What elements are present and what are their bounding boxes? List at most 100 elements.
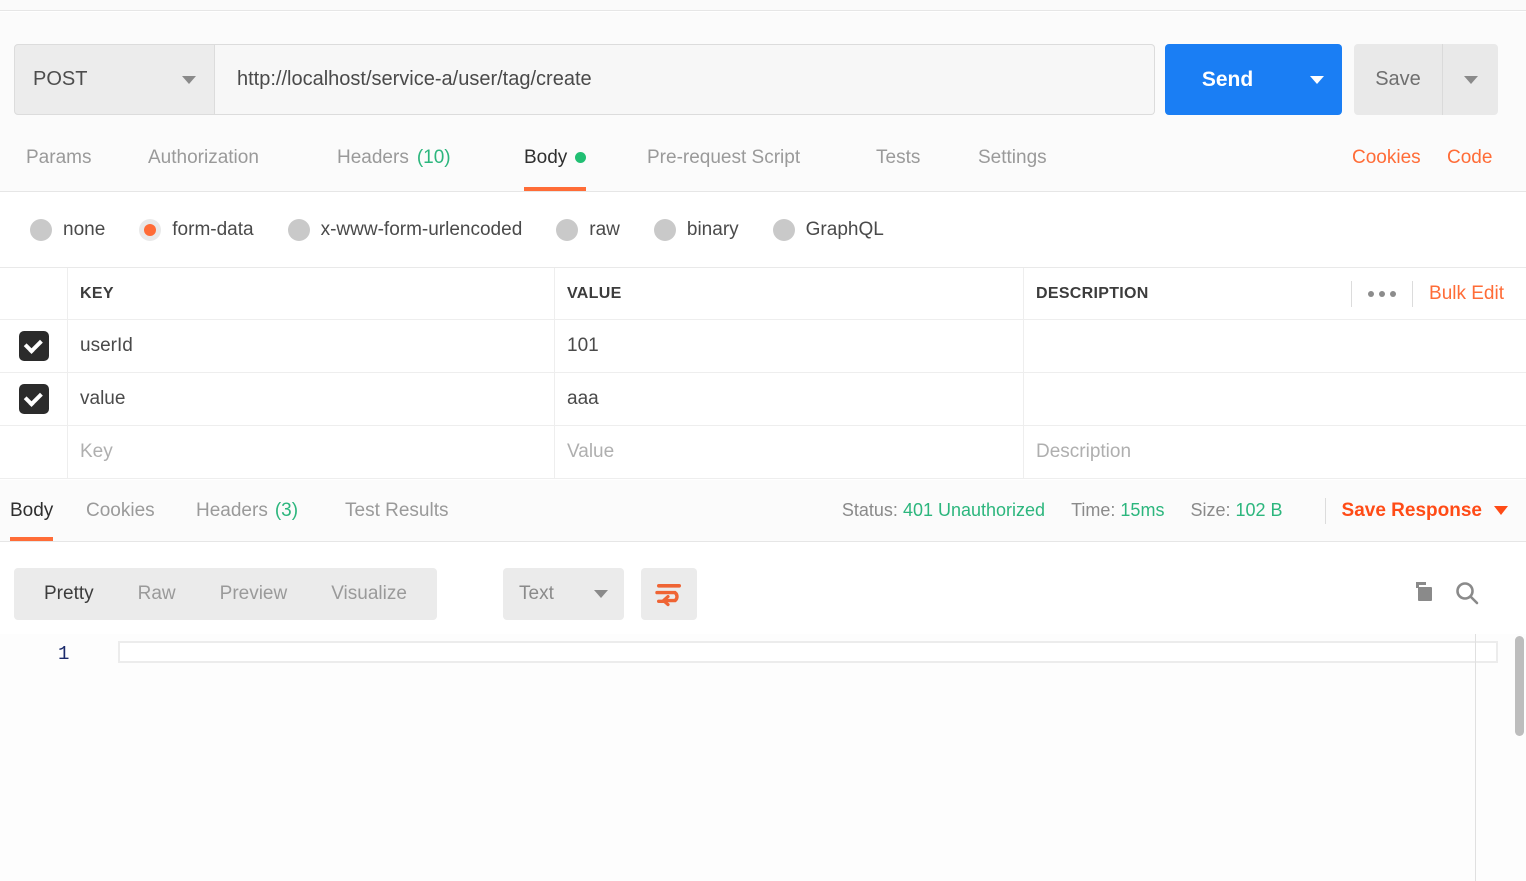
row-key-cell-text: Key — [80, 441, 113, 462]
row-description-cell[interactable] — [1024, 373, 1526, 425]
send-options-button[interactable] — [1290, 44, 1342, 115]
row-value-cell-text: 101 — [567, 335, 599, 356]
body-type-raw[interactable]: raw — [556, 218, 620, 241]
chevron-down-icon — [1494, 506, 1508, 515]
row-key-cell[interactable]: Key — [68, 426, 555, 478]
check-icon — [23, 334, 43, 354]
table-header-actions: Bulk Edit — [1335, 268, 1526, 320]
size-value: 102 B — [1235, 500, 1283, 520]
table-row[interactable]: userId 101 — [0, 320, 1526, 373]
save-response-button[interactable]: Save Response — [1342, 500, 1508, 522]
table-header-row: KEY VALUE DESCRIPTION Bulk Edit — [0, 268, 1526, 320]
body-type-form-data[interactable]: form-data — [139, 218, 254, 241]
view-mode-raw[interactable]: Raw — [116, 568, 198, 620]
bulk-edit-button[interactable]: Bulk Edit — [1429, 283, 1526, 305]
copy-icon — [1416, 582, 1432, 601]
response-body-viewer: 1 — [0, 634, 1526, 881]
window-top-strip — [0, 0, 1526, 11]
row-checkbox[interactable] — [18, 384, 49, 414]
code-link[interactable]: Code — [1447, 124, 1492, 191]
table-row[interactable]: value aaa — [0, 373, 1526, 426]
column-header-description: DESCRIPTION — [1036, 284, 1149, 302]
save-button-group: Save — [1354, 44, 1498, 115]
body-present-indicator-icon — [575, 152, 587, 163]
row-value-cell[interactable]: Value — [555, 426, 1024, 478]
radio-icon — [556, 218, 579, 241]
more-options-icon[interactable] — [1368, 291, 1397, 297]
response-viewer-toolbar: Pretty Raw Preview Visualize Text — [0, 542, 1526, 634]
radio-icon — [30, 218, 52, 241]
row-value-cell[interactable]: 101 — [555, 320, 1024, 372]
radio-icon — [287, 218, 310, 241]
response-tab-headers[interactable]: Headers (3) — [196, 480, 298, 541]
status-value: 401 Unauthorized — [902, 500, 1046, 520]
row-value-cell[interactable]: aaa — [555, 373, 1024, 425]
request-tab-headers[interactable]: Headers (10) — [337, 124, 451, 191]
radio-selected-dot — [144, 223, 157, 236]
body-type-x-www-form-urlencoded[interactable]: x-www-form-urlencoded — [287, 218, 522, 241]
save-button[interactable]: Save — [1354, 44, 1442, 115]
tab-label: Pre-request Script — [647, 146, 801, 168]
radio-label: raw — [589, 218, 620, 240]
search-icon — [1456, 582, 1479, 605]
row-key-cell[interactable]: userId — [68, 320, 555, 372]
row-description-cell[interactable]: Description — [1024, 426, 1526, 478]
word-wrap-toggle[interactable] — [641, 568, 697, 620]
response-tab-cookies[interactable]: Cookies — [86, 480, 155, 541]
body-type-graphql[interactable]: GraphQL — [772, 218, 884, 241]
divider — [1412, 281, 1414, 307]
request-tab-pre-request-script[interactable]: Pre-request Script — [647, 124, 800, 191]
http-method-label: POST — [33, 68, 88, 90]
tab-label: Test Results — [345, 499, 449, 521]
table-body: userId 101 value aaa Key Value Description — [0, 320, 1526, 479]
view-mode-group: Pretty Raw Preview Visualize — [14, 568, 437, 620]
url-input[interactable]: http://localhost/service-a/user/tag/crea… — [215, 44, 1155, 115]
size-meta: Size: 102 B — [1190, 500, 1282, 521]
check-icon — [23, 387, 43, 407]
body-type-binary[interactable]: binary — [653, 218, 739, 241]
body-type-none[interactable]: none — [30, 218, 105, 241]
chevron-down-icon — [182, 75, 196, 84]
request-tab-tests[interactable]: Tests — [876, 124, 920, 191]
dot — [1368, 291, 1375, 297]
time-label: Time: — [1071, 500, 1116, 520]
request-tab-authorization[interactable]: Authorization — [148, 124, 259, 191]
response-tab-bar: Test Results Headers (3) Cookies Body Status… — [0, 480, 1526, 542]
vertical-scrollbar[interactable] — [1515, 636, 1524, 736]
save-options-button[interactable] — [1442, 44, 1498, 115]
table-row-new[interactable]: Key Value Description — [0, 426, 1526, 479]
column-header-value: VALUE — [567, 284, 622, 302]
view-mode-pretty[interactable]: Pretty — [22, 568, 116, 620]
http-method-select[interactable]: POST — [14, 44, 215, 115]
tab-label: Params — [26, 146, 92, 168]
radio-icon — [139, 218, 162, 241]
cookies-link[interactable]: Cookies — [1352, 124, 1421, 191]
response-tab-body[interactable]: Body — [10, 480, 54, 541]
tab-count: (3) — [274, 499, 299, 521]
column-header-key: KEY — [80, 284, 114, 302]
format-select[interactable]: Text — [503, 568, 624, 620]
tab-count: (10) — [416, 146, 451, 168]
save-response-label: Save Response — [1341, 499, 1482, 521]
view-mode-visualize[interactable]: Visualize — [309, 568, 429, 620]
size-label: Size: — [1190, 500, 1231, 520]
tab-label: Headers — [196, 499, 268, 521]
view-mode-preview[interactable]: Preview — [198, 568, 310, 620]
divider — [1351, 281, 1353, 307]
response-tab-test-results[interactable]: Test Results — [345, 480, 448, 541]
request-tab-settings[interactable]: Settings — [978, 124, 1047, 191]
copy-button[interactable] — [1408, 578, 1438, 613]
request-tab-body[interactable]: Body — [524, 124, 587, 191]
row-description-cell[interactable] — [1024, 320, 1526, 372]
request-tab-params[interactable]: Params — [26, 124, 91, 191]
search-button[interactable] — [1452, 578, 1482, 613]
row-checkbox[interactable] — [18, 331, 49, 361]
code-line-content[interactable] — [118, 641, 1498, 663]
row-key-cell[interactable]: value — [68, 373, 555, 425]
radio-icon — [653, 218, 676, 241]
radio-label: binary — [686, 218, 739, 240]
row-checkbox-cell — [0, 426, 68, 478]
send-button[interactable]: Send — [1165, 44, 1290, 115]
chevron-down-icon — [1309, 75, 1324, 84]
divider — [1324, 497, 1326, 524]
